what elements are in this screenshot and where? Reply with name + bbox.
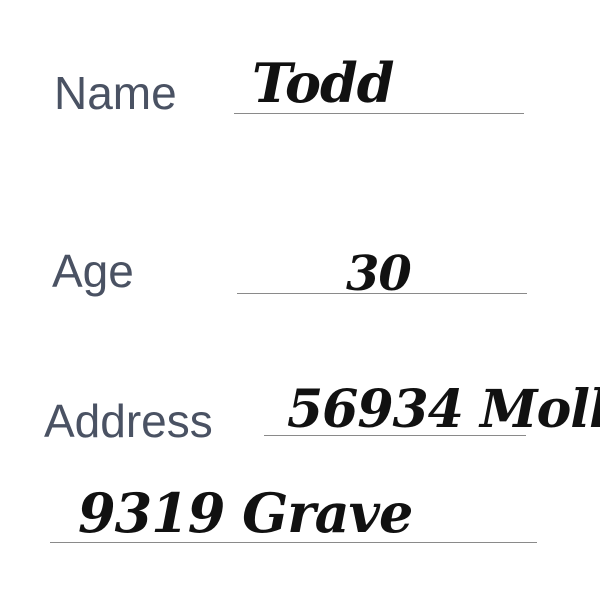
address-label: Address: [44, 395, 213, 447]
name-value: Todd: [252, 51, 395, 115]
address-value-line2: 9319 Grave: [78, 481, 413, 545]
name-label: Name: [54, 67, 177, 119]
age-value: 30: [346, 246, 412, 302]
address-value: 56934 Moll: [287, 379, 600, 440]
age-label: Age: [52, 245, 134, 297]
